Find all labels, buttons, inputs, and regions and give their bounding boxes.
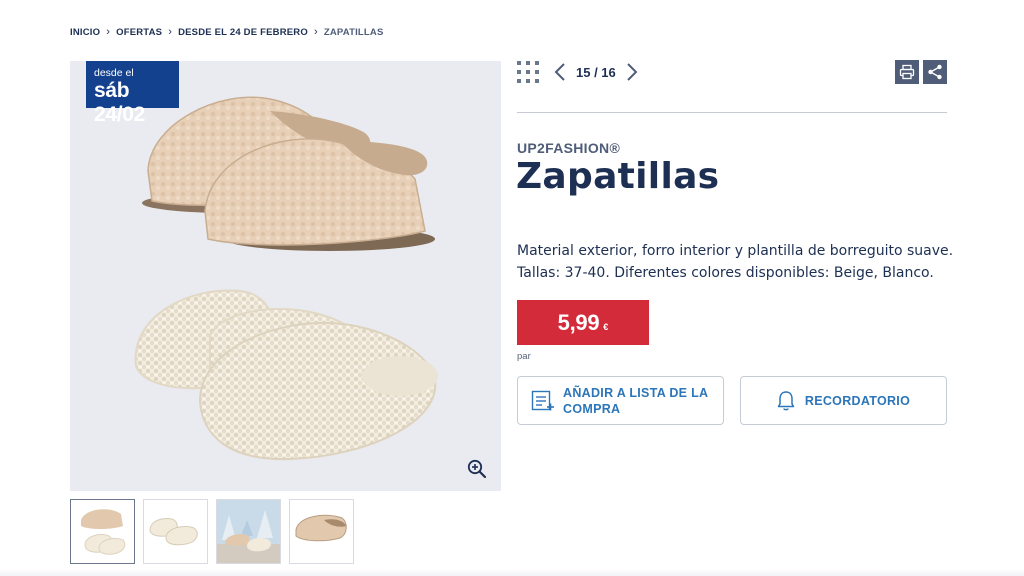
thumbnail-1[interactable]	[70, 499, 135, 564]
price-value: 5,99	[557, 309, 600, 335]
breadcrumb-separator-icon: ›	[106, 26, 111, 38]
breadcrumb-separator-icon: ›	[168, 26, 173, 38]
thumbnail-4[interactable]	[289, 499, 354, 564]
price-currency: €	[603, 321, 609, 332]
thumbnail-image	[144, 500, 207, 563]
description-line-1: Material exterior, forro interior y plan…	[517, 243, 954, 259]
reminder-label: RECORDATORIO	[804, 393, 911, 408]
add-to-list-label: AÑADIR A LISTA DE LA COMPRA	[563, 385, 708, 416]
page-bottom-edge	[0, 569, 1024, 576]
print-icon	[899, 64, 915, 80]
pager-count: 15 / 16	[576, 64, 616, 80]
thumbnail-2[interactable]	[143, 499, 208, 564]
bell-icon	[777, 390, 795, 410]
share-button[interactable]	[923, 60, 947, 84]
breadcrumb-inicio[interactable]: INICIO	[70, 27, 100, 38]
add-to-shopping-list-button[interactable]: AÑADIR A LISTA DE LA COMPRA	[517, 376, 724, 425]
date-badge: desde el sáb 24/02	[86, 61, 179, 126]
description-line-2: Tallas: 37-40. Diferentes colores dispon…	[517, 265, 934, 281]
share-icon	[928, 64, 942, 80]
thumbnail-3[interactable]	[216, 499, 281, 564]
product-brand: UP2FASHION®	[517, 140, 621, 156]
tools	[895, 60, 947, 84]
price-box: 5,99 €	[517, 300, 649, 345]
chevron-right-icon[interactable]	[625, 62, 639, 82]
thumbnail-image	[217, 500, 280, 563]
breadcrumb-current: ZAPATILLAS	[323, 27, 384, 38]
product-title: Zapatillas	[516, 156, 720, 197]
reminder-button[interactable]: RECORDATORIO	[740, 376, 947, 425]
thumbnail-image	[71, 500, 134, 563]
thumbnail-strip	[70, 499, 354, 564]
thumbnail-image	[290, 500, 353, 563]
product-description: Material exterior, forro interior y plan…	[517, 240, 957, 284]
breadcrumb-ofertas[interactable]: OFERTAS	[116, 27, 162, 38]
breadcrumb-separator-icon: ›	[313, 26, 318, 38]
chevron-left-icon[interactable]	[553, 62, 567, 82]
badge-line2: sáb 24/02	[94, 79, 146, 126]
print-button[interactable]	[895, 60, 919, 84]
breadcrumb: INICIO › OFERTAS › DESDE EL 24 DE FEBRER…	[70, 26, 384, 39]
pager: 15 / 16	[553, 62, 639, 82]
list-add-icon	[531, 390, 554, 410]
zoom-in-icon[interactable]	[467, 459, 487, 479]
price-unit: par	[517, 351, 531, 362]
product-navigation: 15 / 16	[517, 60, 947, 84]
breadcrumb-desde-24-febrero[interactable]: DESDE EL 24 DE FEBRERO	[178, 27, 308, 38]
badge-line1: desde el	[94, 67, 134, 79]
product-main-image[interactable]: desde el sáb 24/02	[70, 61, 501, 491]
grid-icon[interactable]	[517, 61, 539, 83]
divider	[517, 112, 947, 113]
